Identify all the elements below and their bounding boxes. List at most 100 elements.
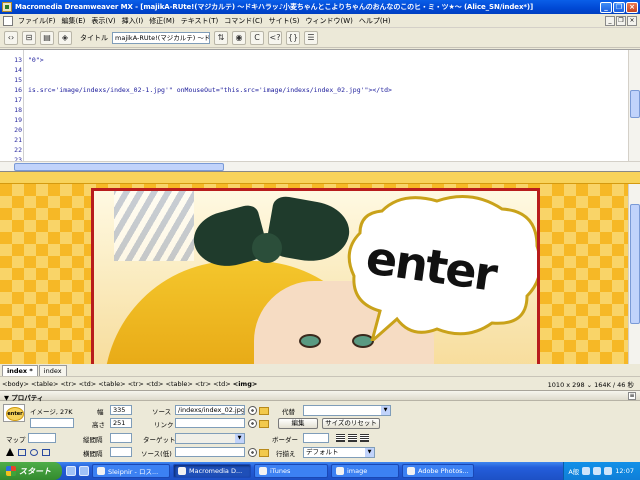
selected-image[interactable]: enter: [91, 188, 540, 364]
window-size-download-info[interactable]: 1010 x 298 ⌄ 164K / 46 秒: [548, 379, 640, 389]
edit-button[interactable]: 編集: [278, 418, 318, 429]
rect-hotspot-icon[interactable]: [18, 448, 26, 456]
tag-selector[interactable]: <body> <table> <tr> <td> <table> <tr> <t…: [0, 380, 257, 388]
alt-dropdown[interactable]: ▼: [303, 405, 391, 416]
doc-close-button[interactable]: ×: [627, 15, 637, 26]
tray-icon[interactable]: [593, 467, 602, 475]
align-right-icon[interactable]: [360, 434, 369, 442]
design-view-icon: ▤: [43, 32, 51, 42]
reset-size-button[interactable]: サイズのリセット: [322, 418, 380, 429]
tray-icon[interactable]: [604, 467, 613, 475]
design-view[interactable]: enter: [0, 171, 640, 364]
refresh-button[interactable]: C: [250, 30, 264, 45]
code-vertical-scrollbar[interactable]: [628, 50, 640, 162]
code-horizontal-scrollbar[interactable]: [0, 161, 640, 171]
border-field[interactable]: [303, 433, 329, 443]
live-data-button[interactable]: ◈: [58, 30, 72, 45]
scroll-thumb[interactable]: [630, 204, 640, 324]
quick-launch-icon[interactable]: [79, 466, 89, 476]
point-to-file-icon[interactable]: [248, 419, 257, 428]
align-dropdown[interactable]: デフォルト ▼: [303, 447, 375, 458]
align-value: デフォルト: [306, 448, 339, 456]
ime-indicator[interactable]: A般: [568, 466, 579, 476]
task-dreamweaver[interactable]: Macromedia D...: [173, 464, 251, 478]
scroll-thumb[interactable]: [14, 163, 224, 171]
file-management-button[interactable]: ⇅: [214, 30, 228, 45]
point-to-file-icon[interactable]: [248, 406, 257, 415]
menu-file[interactable]: ファイル(F): [15, 16, 59, 26]
pointer-hotspot-icon[interactable]: [6, 448, 14, 456]
page-title-input[interactable]: majikA-RUte!(マジカルテ) ～ドキ: [112, 31, 210, 44]
task-photoshop[interactable]: Adobe Photos...: [402, 464, 474, 478]
panel-options-icon[interactable]: ≡: [628, 392, 636, 400]
maximize-button[interactable]: ❐: [613, 1, 625, 13]
align-left-icon[interactable]: [336, 434, 345, 442]
tray-icon[interactable]: [582, 467, 591, 475]
document-icon[interactable]: [3, 15, 13, 26]
clock[interactable]: 12:07: [615, 467, 634, 475]
image-name-field[interactable]: [30, 418, 74, 428]
line-number: 17: [14, 96, 22, 104]
task-image-folder[interactable]: image: [331, 464, 399, 478]
task-itunes[interactable]: iTunes: [254, 464, 328, 478]
code-view[interactable]: 13 14 15 16 17 18 19 20 21 22 23 "0"> is…: [0, 49, 640, 171]
window-titlebar[interactable]: Macromedia Dreamweaver MX - [majikA-RUte…: [0, 0, 640, 14]
menu-window[interactable]: ウィンドウ(W): [303, 16, 356, 26]
align-center-icon[interactable]: [348, 434, 357, 442]
target-dropdown[interactable]: ▼: [175, 433, 245, 444]
vspace-field[interactable]: [110, 433, 132, 443]
view-options-button[interactable]: ☰: [304, 30, 318, 45]
tag-path[interactable]: <body> <table> <tr> <td> <table> <tr> <t…: [2, 380, 233, 388]
reference-button[interactable]: <?: [268, 30, 282, 45]
selected-tag[interactable]: <img>: [233, 380, 258, 388]
quick-launch-icon[interactable]: [66, 466, 76, 476]
minimize-button[interactable]: _: [600, 1, 612, 13]
design-top-border: [0, 172, 640, 184]
split-view-button[interactable]: ⊟: [22, 30, 36, 45]
browse-folder-icon[interactable]: [259, 407, 269, 415]
code-line[interactable]: "0">: [28, 56, 44, 64]
design-vertical-scrollbar[interactable]: [628, 184, 640, 364]
height-field[interactable]: 251: [110, 418, 132, 428]
menu-edit[interactable]: 編集(E): [59, 16, 89, 26]
properties-header[interactable]: ▼ プロパティ ≡: [0, 391, 640, 402]
point-to-file-icon[interactable]: [248, 448, 257, 457]
browse-folder-icon[interactable]: [259, 449, 269, 457]
chevron-down-icon: ▼: [235, 434, 244, 443]
close-button[interactable]: ×: [626, 1, 638, 13]
menu-insert[interactable]: 挿入(I): [119, 16, 147, 26]
tab-index[interactable]: index: [38, 365, 67, 376]
circle-hotspot-icon[interactable]: [30, 448, 38, 456]
quick-launch: [66, 466, 89, 476]
start-button[interactable]: スタート: [0, 462, 62, 480]
menu-site[interactable]: サイト(S): [266, 16, 303, 26]
menu-text[interactable]: テキスト(T): [178, 16, 222, 26]
code-nav-button[interactable]: {}: [286, 30, 300, 45]
polygon-hotspot-icon[interactable]: [42, 448, 50, 456]
width-field[interactable]: 335: [110, 405, 132, 415]
map-name-field[interactable]: [28, 433, 56, 443]
source-field[interactable]: /indexs/index_02.jpg: [175, 405, 245, 415]
menu-commands[interactable]: コマンド(C): [221, 16, 265, 26]
folder-icon: [336, 467, 344, 475]
menu-help[interactable]: ヘルプ(H): [356, 16, 394, 26]
doc-restore-button[interactable]: ❐: [616, 15, 626, 26]
source-label: ソース: [152, 408, 172, 416]
code-line[interactable]: is.src='image/indexs/index_02-1.jpg'" on…: [28, 86, 392, 94]
task-sleipnir[interactable]: Sleipnir - ロス...: [92, 464, 170, 478]
design-view-button[interactable]: ▤: [40, 30, 54, 45]
system-tray: A般 12:07: [563, 462, 640, 480]
hspace-field[interactable]: [110, 447, 132, 457]
browse-folder-icon[interactable]: [259, 420, 269, 428]
code-view-button[interactable]: ‹›: [4, 30, 18, 45]
lowsrc-field[interactable]: [175, 447, 245, 457]
line-number: 22: [14, 146, 22, 154]
menu-view[interactable]: 表示(V): [88, 16, 118, 26]
scroll-thumb[interactable]: [630, 90, 640, 118]
document-tabs: index * index: [0, 364, 640, 376]
tab-index-modified[interactable]: index *: [2, 365, 38, 376]
doc-minimize-button[interactable]: _: [605, 15, 615, 26]
menu-modify[interactable]: 修正(M): [146, 16, 178, 26]
link-field[interactable]: [175, 418, 245, 428]
preview-button[interactable]: ◉: [232, 30, 246, 45]
